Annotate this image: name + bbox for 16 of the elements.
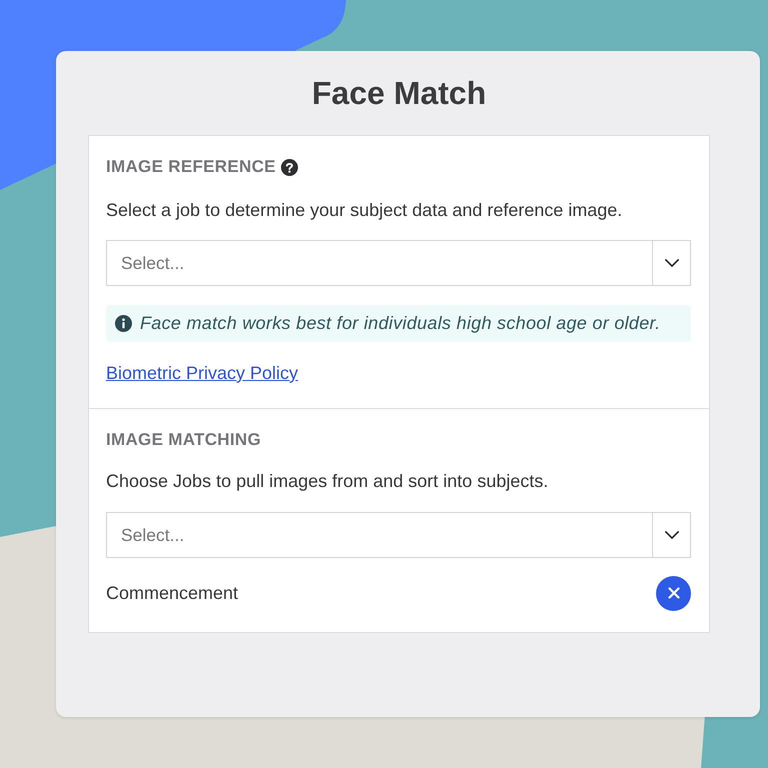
remove-button[interactable]	[656, 576, 691, 610]
selected-job-label: Commencement	[106, 582, 238, 604]
section-description: Select a job to determine your subject data and reference image.	[106, 199, 624, 222]
info-icon	[115, 315, 132, 332]
section-description: Choose Jobs to pull images from and sort into subjects.	[106, 470, 550, 493]
info-text: Face match works best for individuals high school age or older.	[140, 313, 660, 334]
section-heading: IMAGE MATCHING	[106, 429, 261, 451]
privacy-policy-link[interactable]: Biometric Privacy Policy	[106, 361, 298, 385]
section-heading: IMAGE REFERENCE	[106, 156, 276, 178]
chevron-down-icon	[664, 531, 678, 539]
select-field[interactable]: Select...	[106, 240, 691, 286]
select-field[interactable]: Select...	[106, 512, 691, 558]
dialog-title: Face Match	[310, 74, 488, 113]
close-icon	[668, 587, 680, 599]
chevron-down-icon	[664, 259, 678, 267]
help-icon[interactable]	[280, 158, 298, 176]
